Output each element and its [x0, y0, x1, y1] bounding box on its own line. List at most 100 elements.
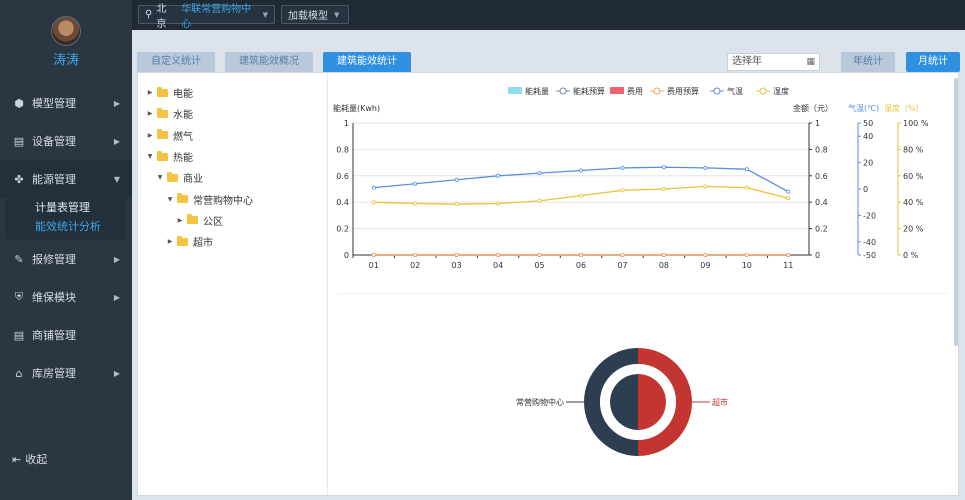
sidebar-item-label: 商铺管理 — [32, 329, 76, 342]
folder-icon — [157, 86, 168, 97]
sidebar: 涛涛 ⬢ 模型管理 ▶ ▤ 设备管理 ▶ ✤ 能源管理 ▼ 计量表管理 能效统计… — [0, 0, 132, 500]
topbar: ⚲ 北京 华联常营购物中心 ▼ 加载模型 ▼ — [132, 0, 965, 30]
location-select[interactable]: ⚲ 北京 华联常营购物中心 ▼ — [138, 4, 275, 30]
chart-area: 能耗量 能耗预算 费用 费用预算 气温 湿度 能耗量(Kwh) 金额（元） 气温(℃) 湿度（%）… — [328, 73, 958, 495]
tree-node[interactable]: ▶ 水能 — [138, 103, 327, 124]
y-tick-temp: -20 — [863, 211, 876, 220]
folder-icon — [177, 235, 188, 246]
series-point — [786, 196, 791, 201]
y-tick-left: 1 — [344, 119, 349, 128]
y-axis-left-title: 能耗量(Kwh) — [333, 103, 380, 113]
legend-label: 能耗预算 — [573, 86, 605, 96]
tree-node-label: 热能 — [173, 153, 193, 165]
tree-node-label: 燃气 — [173, 131, 193, 143]
main-card: ▶ 电能 ▶ 水能 ▶ 燃气 ▼ 热能 ▼ 商业 ▼ 常营购物中心 ▶ 公区 ▶ 超市 能耗量 能耗预算 费用 费用… — [137, 72, 959, 496]
caret-right-icon[interactable]: ▶ — [146, 132, 154, 139]
submenu-item-efficiency[interactable]: 能效统计分析 — [6, 217, 126, 236]
sidebar-item-model[interactable]: ⬢ 模型管理 ▶ — [0, 84, 132, 122]
tab-building-overview[interactable]: 建筑能效概况 — [225, 52, 313, 72]
shield-icon: ⛨ — [14, 290, 24, 303]
legend-marker — [759, 87, 767, 95]
map-pin-icon: ⚲ — [145, 9, 153, 20]
series-point — [413, 201, 418, 206]
series-point — [496, 173, 501, 178]
series-point — [703, 184, 708, 189]
avatar[interactable] — [51, 16, 81, 46]
series-point — [454, 202, 459, 207]
tab-building-stats[interactable]: 建筑能效统计 — [323, 52, 411, 72]
scrollbar[interactable] — [954, 78, 958, 346]
sidebar-item-device[interactable]: ▤ 设备管理 ▶ — [0, 122, 132, 160]
series-point — [703, 252, 708, 257]
chevron-down-icon: ▼ — [262, 10, 268, 19]
divider — [338, 293, 948, 294]
caret-right-icon[interactable]: ▶ — [166, 238, 174, 245]
caret-right-icon[interactable]: ▶ — [146, 110, 154, 117]
tab-custom-stats[interactable]: 自定义统计 — [137, 52, 215, 72]
year-picker[interactable]: 选择年 ▦ — [727, 53, 820, 71]
series-point — [703, 165, 708, 170]
location-mall: 华联常营购物中心 — [181, 3, 252, 30]
wrench-icon: ✎ — [14, 252, 24, 266]
caret-down-icon[interactable]: ▼ — [146, 153, 154, 160]
caret-right-icon[interactable]: ▶ — [146, 89, 154, 96]
tree-node[interactable]: ▼ 常营购物中心 — [138, 188, 327, 209]
sidebar-item-maintenance[interactable]: ⛨ 维保模块 ▶ — [0, 278, 132, 316]
sidebar-item-repair[interactable]: ✎ 报修管理 ▶ — [0, 240, 132, 278]
y-tick-temp: -50 — [863, 251, 876, 260]
series-point — [537, 171, 542, 176]
month-stats-button[interactable]: 月统计 — [906, 52, 960, 72]
series-point — [371, 185, 376, 190]
tree-node[interactable]: ▶ 超市 — [138, 231, 327, 252]
tree-node[interactable]: ▶ 公区 — [138, 210, 327, 231]
series-point — [537, 252, 542, 257]
x-tick-label: 10 — [742, 261, 752, 270]
tree-node[interactable]: ▼ 热能 — [138, 146, 327, 167]
collapse-icon: ⇤ — [12, 452, 22, 466]
caret-down-icon[interactable]: ▼ — [156, 174, 164, 181]
tree-node[interactable]: ▼ 商业 — [138, 167, 327, 188]
tree-node[interactable]: ▶ 电能 — [138, 82, 327, 103]
username[interactable]: 涛涛 — [0, 49, 132, 68]
load-model-label: 加载模型 — [288, 11, 328, 22]
collapse-button[interactable]: ⇤ 收起 — [12, 451, 47, 467]
series-point — [661, 252, 666, 257]
series-point — [413, 181, 418, 186]
sidebar-item-label: 报修管理 — [32, 253, 76, 266]
legend-label: 费用预算 — [667, 86, 699, 96]
pie-chart: 常营购物中心 超市 — [516, 348, 728, 456]
legend-marker — [559, 87, 567, 95]
chevron-right-icon: ▶ — [113, 368, 120, 378]
series-point — [413, 252, 418, 257]
x-tick-label: 04 — [493, 261, 503, 270]
printer-icon: ▤ — [13, 134, 25, 148]
tree-node-label: 商业 — [183, 174, 203, 186]
caret-down-icon[interactable]: ▼ — [166, 196, 174, 203]
series-point — [496, 252, 501, 257]
load-model-select[interactable]: 加载模型 ▼ — [281, 5, 349, 24]
y-axis-temp-title: 气温(℃) — [848, 103, 879, 113]
y-tick-left: 0.4 — [336, 198, 349, 207]
x-tick-label: 03 — [452, 261, 462, 270]
tree-node-label: 电能 — [173, 89, 193, 101]
chevron-right-icon: ▶ — [113, 136, 120, 146]
y-tick-hum: 100 % — [903, 119, 929, 128]
sidebar-menu: ⬢ 模型管理 ▶ ▤ 设备管理 ▶ ✤ 能源管理 ▼ 计量表管理 能效统计分析 … — [0, 84, 132, 392]
sidebar-item-label: 库房管理 — [32, 367, 76, 380]
tree-node-label: 公区 — [203, 216, 223, 228]
tree-node-label: 常营购物中心 — [193, 195, 253, 207]
chevron-down-icon: ▼ — [334, 10, 340, 19]
sidebar-item-energy[interactable]: ✤ 能源管理 ▼ — [0, 160, 132, 198]
series-point — [454, 252, 459, 257]
caret-right-icon[interactable]: ▶ — [176, 217, 184, 224]
chevron-right-icon: ▶ — [113, 292, 120, 302]
y-tick-right: 0.6 — [815, 172, 828, 181]
tree-node[interactable]: ▶ 燃气 — [138, 125, 327, 146]
sidebar-item-warehouse[interactable]: ⌂ 库房管理 ▶ — [0, 354, 132, 392]
submenu-item-meter[interactable]: 计量表管理 — [6, 198, 126, 217]
sidebar-item-shop[interactable]: ▤ 商铺管理 — [0, 316, 132, 354]
pie-label: 常营购物中心 — [516, 397, 564, 407]
year-stats-button[interactable]: 年统计 — [841, 52, 895, 72]
fan-icon: ✤ — [14, 172, 24, 186]
series-point — [578, 193, 583, 198]
